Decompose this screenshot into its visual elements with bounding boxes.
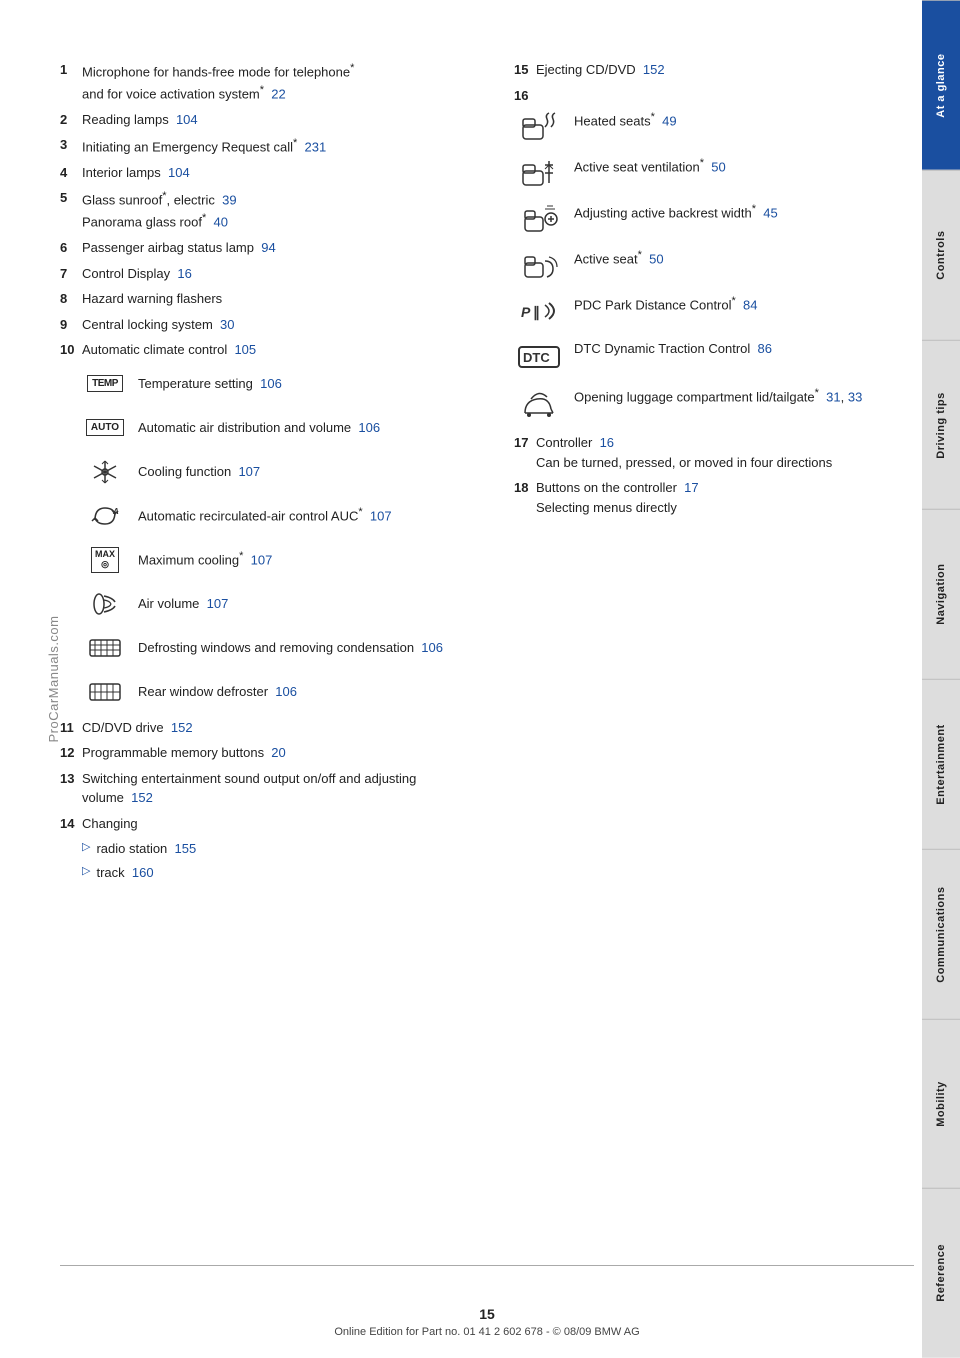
- defrost-icon: [85, 632, 125, 664]
- list-item: 18 Buttons on the controller 17Selecting…: [514, 478, 914, 517]
- tab-reference[interactable]: Reference: [922, 1188, 960, 1358]
- climate-row-defrost: Defrosting windows and removing condensa…: [82, 630, 484, 666]
- airvolume-icon: [85, 588, 125, 620]
- indent-item: ▷ track 160: [82, 863, 484, 883]
- list-item: 6 Passenger airbag status lamp 94: [60, 238, 484, 258]
- list-item: 2 Reading lamps 104: [60, 110, 484, 130]
- seat-item-heated: Heated seats* 49: [514, 109, 914, 145]
- seat-item-luggage: Opening luggage compartment lid/tailgate…: [514, 385, 914, 421]
- indent-item: ▷ radio station 155: [82, 839, 484, 859]
- list-item: 4 Interior lamps 104: [60, 163, 484, 183]
- sub-list: ▷ radio station 155 ▷ track 160: [82, 839, 484, 882]
- svg-text:A: A: [112, 507, 119, 516]
- list-item: 13 Switching entertainment sound output …: [60, 769, 484, 808]
- dtc-icon: DTC: [517, 339, 561, 375]
- footer-text: Online Edition for Part no. 01 41 2 602 …: [60, 1326, 914, 1338]
- seat-item-ventilation: Active seat ventilation* 50: [514, 155, 914, 191]
- tab-entertainment[interactable]: Entertainment: [922, 679, 960, 849]
- seat-item-dtc: DTC DTC Dynamic Traction Control 86: [514, 339, 914, 375]
- tab-mobility[interactable]: Mobility: [922, 1019, 960, 1189]
- climate-row-auto: AUTO Automatic air distribution and volu…: [82, 410, 484, 446]
- climate-section: TEMP Temperature setting 106 AUTO Automa…: [82, 366, 484, 710]
- temp-icon: TEMP: [87, 375, 123, 392]
- climate-row-rear-defrost: Rear window defroster 106: [82, 674, 484, 710]
- climate-row-cooling: Cooling function 107: [82, 454, 484, 490]
- climate-row-temp: TEMP Temperature setting 106: [82, 366, 484, 402]
- list-item: 17 Controller 16Can be turned, pressed, …: [514, 433, 914, 472]
- climate-row-recirc: A Automatic recirculated-air control AUC…: [82, 498, 484, 534]
- snowflake-icon: [85, 456, 125, 488]
- list-item: 8 Hazard warning flashers: [60, 289, 484, 309]
- seat-ventilation-icon: [517, 155, 561, 191]
- svg-text:DTC: DTC: [523, 350, 550, 365]
- list-item: 7 Control Display 16: [60, 264, 484, 284]
- auto-icon: AUTO: [86, 419, 124, 436]
- right-column: 15 Ejecting CD/DVD 152 16: [514, 60, 914, 886]
- list-item: 1 Microphone for hands-free mode for tel…: [60, 60, 484, 104]
- heated-seats-icon: [517, 109, 561, 145]
- watermark: ProCarManuals.com: [46, 616, 61, 743]
- tab-controls[interactable]: Controls: [922, 170, 960, 340]
- climate-row-max: MAX◎ Maximum cooling* 107: [82, 542, 484, 578]
- arrow-icon: ▷: [82, 863, 90, 883]
- seat-item-active: Active seat* 50: [514, 247, 914, 283]
- seat-item-backrest: Adjusting active backrest width* 45: [514, 201, 914, 237]
- list-item: 9 Central locking system 30: [60, 315, 484, 335]
- page-footer: 15 Online Edition for Part no. 01 41 2 6…: [60, 1199, 914, 1358]
- luggage-icon: [517, 385, 561, 421]
- page-number: 15: [60, 1306, 914, 1322]
- seat-item-pdc: P ∥ PDC Park Distance Control* 84: [514, 293, 914, 329]
- list-item: 15 Ejecting CD/DVD 152: [514, 60, 914, 80]
- list-item: 3 Initiating an Emergency Request call* …: [60, 135, 484, 157]
- pdc-icon: P ∥: [517, 293, 561, 329]
- list-item: 14 Changing: [60, 814, 484, 834]
- list-item: 10 Automatic climate control 105: [60, 340, 484, 360]
- tab-at-a-glance[interactable]: At a glance: [922, 0, 960, 170]
- svg-text:∥: ∥: [533, 304, 540, 321]
- svg-text:P: P: [521, 304, 531, 320]
- rear-defrost-icon: [85, 676, 125, 708]
- max-icon: MAX◎: [91, 547, 119, 573]
- list-item: 12 Programmable memory buttons 20: [60, 743, 484, 763]
- tab-driving-tips[interactable]: Driving tips: [922, 340, 960, 510]
- backrest-icon: [517, 201, 561, 237]
- sidebar-tabs: At a glance Controls Driving tips Naviga…: [922, 0, 960, 1358]
- recirc-icon: A: [85, 500, 125, 532]
- left-column: 1 Microphone for hands-free mode for tel…: [60, 60, 484, 886]
- list-item: 5 Glass sunroof*, electric 39 Panorama g…: [60, 188, 484, 232]
- tab-communications[interactable]: Communications: [922, 849, 960, 1019]
- tab-navigation[interactable]: Navigation: [922, 509, 960, 679]
- list-item-16: 16: [514, 86, 914, 106]
- active-seat-icon: [517, 247, 561, 283]
- arrow-icon: ▷: [82, 839, 90, 859]
- climate-row-airvolume: Air volume 107: [82, 586, 484, 622]
- list-item: 11 CD/DVD drive 152: [60, 718, 484, 738]
